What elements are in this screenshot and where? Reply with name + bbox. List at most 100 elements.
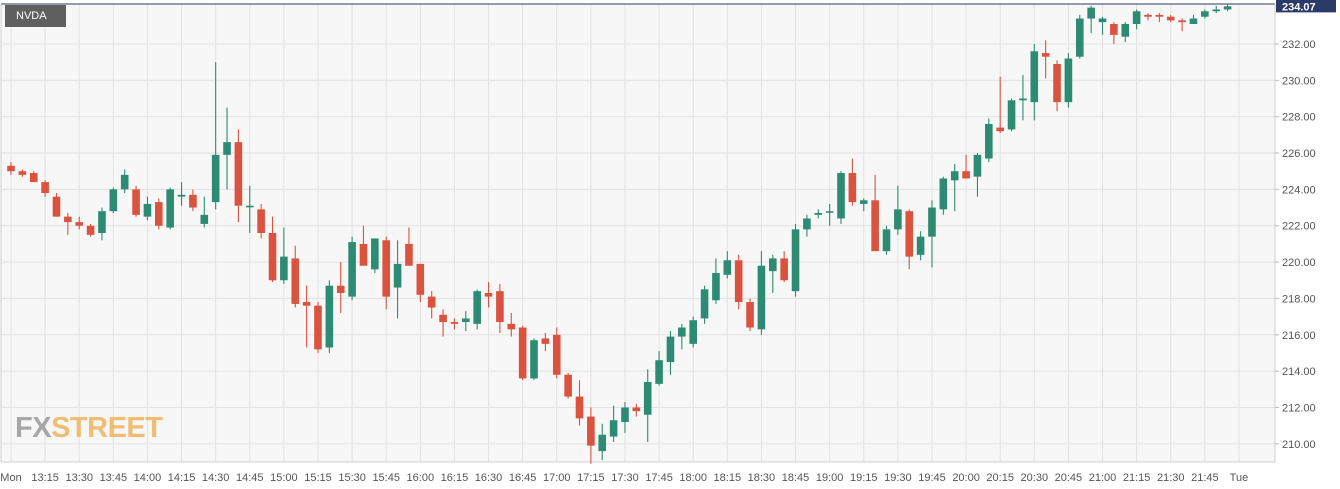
x-tick-label: 15:00 <box>270 472 298 484</box>
candle-body <box>1189 18 1198 24</box>
y-tick-label: 224.00 <box>1282 184 1316 196</box>
candle-body <box>894 209 902 230</box>
candle-body <box>746 302 754 328</box>
candle-body <box>211 154 220 203</box>
candle-body <box>666 336 675 363</box>
last-price-label: 234.07 <box>1282 1 1316 13</box>
candle-body <box>871 200 879 252</box>
candle-body <box>155 202 163 226</box>
candle-body <box>189 194 197 208</box>
candle-body <box>450 322 459 324</box>
candle-body <box>541 338 550 344</box>
watermark-part-2: STREET <box>51 412 163 444</box>
candle-body <box>507 323 516 330</box>
x-tick-label: 21:15 <box>1123 472 1151 484</box>
candle-down <box>552 327 561 379</box>
x-tick-label: 18:45 <box>782 472 810 484</box>
candle-body <box>950 171 959 181</box>
candle-up <box>1064 53 1073 108</box>
x-tick-label: 17:45 <box>645 472 673 484</box>
candle-body <box>882 229 891 252</box>
x-tick-label: 21:30 <box>1157 472 1185 484</box>
x-tick-label: 16:45 <box>509 472 537 484</box>
candle-body <box>632 407 641 412</box>
candle-body <box>1212 9 1221 12</box>
candle-up <box>1007 98 1016 132</box>
candle-body <box>109 189 118 212</box>
x-tick-label: 14:45 <box>236 472 264 484</box>
watermark-logo: FXSTREET <box>15 412 163 445</box>
candle-body <box>598 434 607 452</box>
candle-up <box>530 338 538 381</box>
y-tick-label: 226.00 <box>1282 148 1316 160</box>
candle-body <box>257 209 265 233</box>
candle-body <box>268 233 277 281</box>
y-axis: 210.00 212.00 214.00 216.00 218.00 220.00 222.… <box>1275 39 1316 451</box>
candle-body <box>18 171 27 175</box>
candle-body <box>1166 16 1175 21</box>
x-tick-label: Tue <box>1230 472 1249 484</box>
candle-body <box>405 243 413 266</box>
candle-body <box>416 263 425 295</box>
candle-body <box>52 196 61 217</box>
candle-body <box>234 142 243 206</box>
candle-body <box>1144 14 1152 17</box>
x-tick-label: 18:00 <box>679 472 707 484</box>
candle-up <box>109 187 118 214</box>
y-tick-label: 230.00 <box>1282 75 1316 87</box>
x-tick-label: 17:30 <box>611 472 639 484</box>
candle-body <box>552 334 561 375</box>
candle-body <box>245 205 254 208</box>
candle-body <box>678 327 686 337</box>
candle-body <box>825 211 834 213</box>
candle-body <box>393 263 402 288</box>
y-tick-label: 214.00 <box>1282 366 1316 378</box>
candle-body <box>439 314 447 323</box>
candle-body <box>575 396 584 419</box>
candle-body <box>985 123 993 159</box>
candle-body <box>916 236 925 255</box>
candle-body <box>371 238 379 270</box>
candle-body <box>1110 23 1118 35</box>
candle-body <box>1019 98 1027 101</box>
candle-down <box>564 372 572 399</box>
x-tick-label: 18:30 <box>748 472 776 484</box>
candle-body <box>587 416 595 446</box>
candle-up <box>689 316 697 348</box>
candle-body <box>939 178 948 210</box>
candle-body <box>1155 14 1164 17</box>
x-tick-label: 20:45 <box>1055 472 1083 484</box>
candle-down <box>746 298 754 332</box>
candle-body <box>803 218 811 230</box>
candle-up <box>348 236 356 301</box>
candle-down <box>314 302 322 353</box>
y-tick-label: 218.00 <box>1282 293 1316 305</box>
x-tick-label: 19:30 <box>884 472 912 484</box>
candle-up <box>371 238 379 273</box>
y-tick-label: 212.00 <box>1282 402 1316 414</box>
x-tick-label: 15:45 <box>372 472 400 484</box>
candle-up <box>837 171 845 224</box>
candle-body <box>484 292 493 297</box>
candle-body <box>336 285 345 293</box>
x-tick-label: 17:00 <box>543 472 571 484</box>
candle-body <box>712 272 720 301</box>
plot-area <box>1 4 1275 462</box>
candle-body <box>120 174 129 190</box>
candle-body <box>621 407 629 423</box>
candle-down <box>734 254 743 310</box>
candle-body <box>643 382 652 415</box>
candle-body <box>98 211 106 233</box>
x-axis: Mon 13:15 13:30 13:45 14:00 14:15 14:30 14:45 15… <box>0 472 1248 484</box>
candle-up <box>791 223 800 297</box>
candle-body <box>462 318 470 323</box>
candle-body <box>723 260 732 275</box>
candle-body <box>280 256 288 281</box>
x-tick-label: 21:45 <box>1191 472 1219 484</box>
candle-up <box>700 285 709 324</box>
candle-body <box>143 203 152 217</box>
candle-body <box>518 327 527 379</box>
candle-up <box>1075 14 1084 59</box>
candle-body <box>473 291 481 324</box>
x-tick-label: Mon <box>0 472 21 484</box>
